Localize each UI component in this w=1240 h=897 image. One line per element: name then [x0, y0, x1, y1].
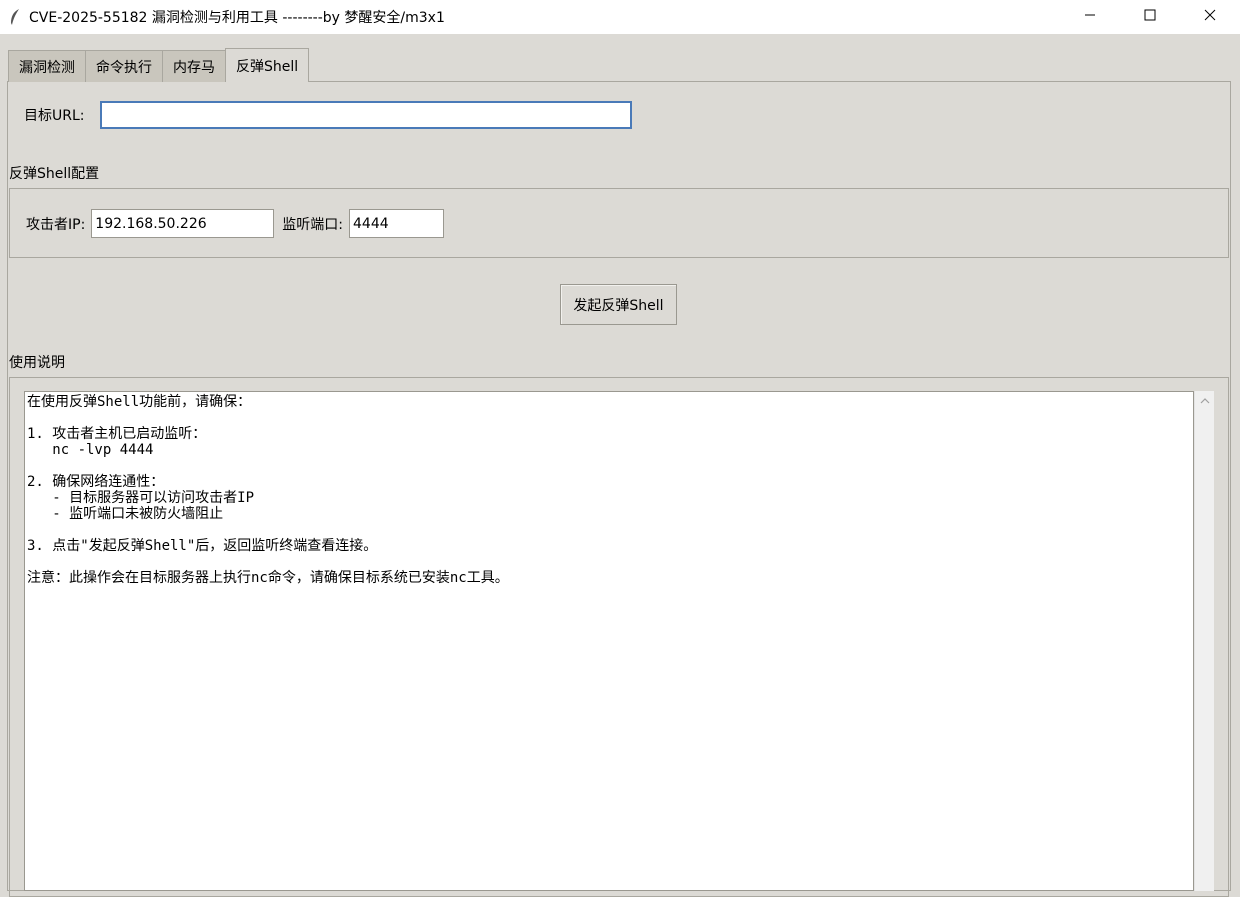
minimize-button[interactable]: [1060, 0, 1120, 30]
tab-memory-shell[interactable]: 内存马: [162, 50, 226, 82]
target-url-row: 目标URL:: [24, 101, 632, 129]
maximize-button[interactable]: [1120, 0, 1180, 30]
launch-reverse-shell-button[interactable]: 发起反弹Shell: [560, 284, 677, 325]
feather-icon: [8, 8, 22, 26]
scroll-up-button[interactable]: [1195, 391, 1215, 411]
window-title: CVE-2025-55182 漏洞检测与利用工具 --------by 梦醒安全…: [29, 10, 445, 26]
target-url-input[interactable]: [100, 101, 632, 129]
maximize-icon: [1144, 9, 1156, 21]
tab-vuln-detect[interactable]: 漏洞检测: [8, 50, 86, 82]
target-url-label: 目标URL:: [24, 108, 85, 124]
attacker-ip-label: 攻击者IP:: [26, 216, 86, 233]
listen-port-label: 监听端口:: [282, 216, 344, 233]
chevron-up-icon: [1200, 398, 1210, 404]
window-controls: [1060, 0, 1240, 34]
close-icon: [1204, 9, 1216, 21]
title-bar: CVE-2025-55182 漏洞检测与利用工具 --------by 梦醒安全…: [0, 0, 1240, 34]
tab-reverse-shell[interactable]: 反弹Shell: [225, 48, 310, 82]
listen-port-input[interactable]: [349, 209, 445, 238]
usage-section-label: 使用说明: [9, 355, 65, 371]
config-section-label: 反弹Shell配置: [9, 166, 100, 182]
tab-bar: 漏洞检测 命令执行 内存马 反弹Shell: [8, 48, 310, 82]
tab-command-exec[interactable]: 命令执行: [85, 50, 163, 82]
usage-text-area[interactable]: 在使用反弹Shell功能前，请确保： 1. 攻击者主机已启动监听： nc -lv…: [24, 391, 1194, 891]
usage-scrollbar[interactable]: [1194, 391, 1214, 891]
attacker-ip-input[interactable]: [91, 209, 275, 238]
close-button[interactable]: [1180, 0, 1240, 30]
config-row: 攻击者IP: 监听端口:: [26, 209, 445, 238]
minimize-icon: [1085, 14, 1095, 16]
